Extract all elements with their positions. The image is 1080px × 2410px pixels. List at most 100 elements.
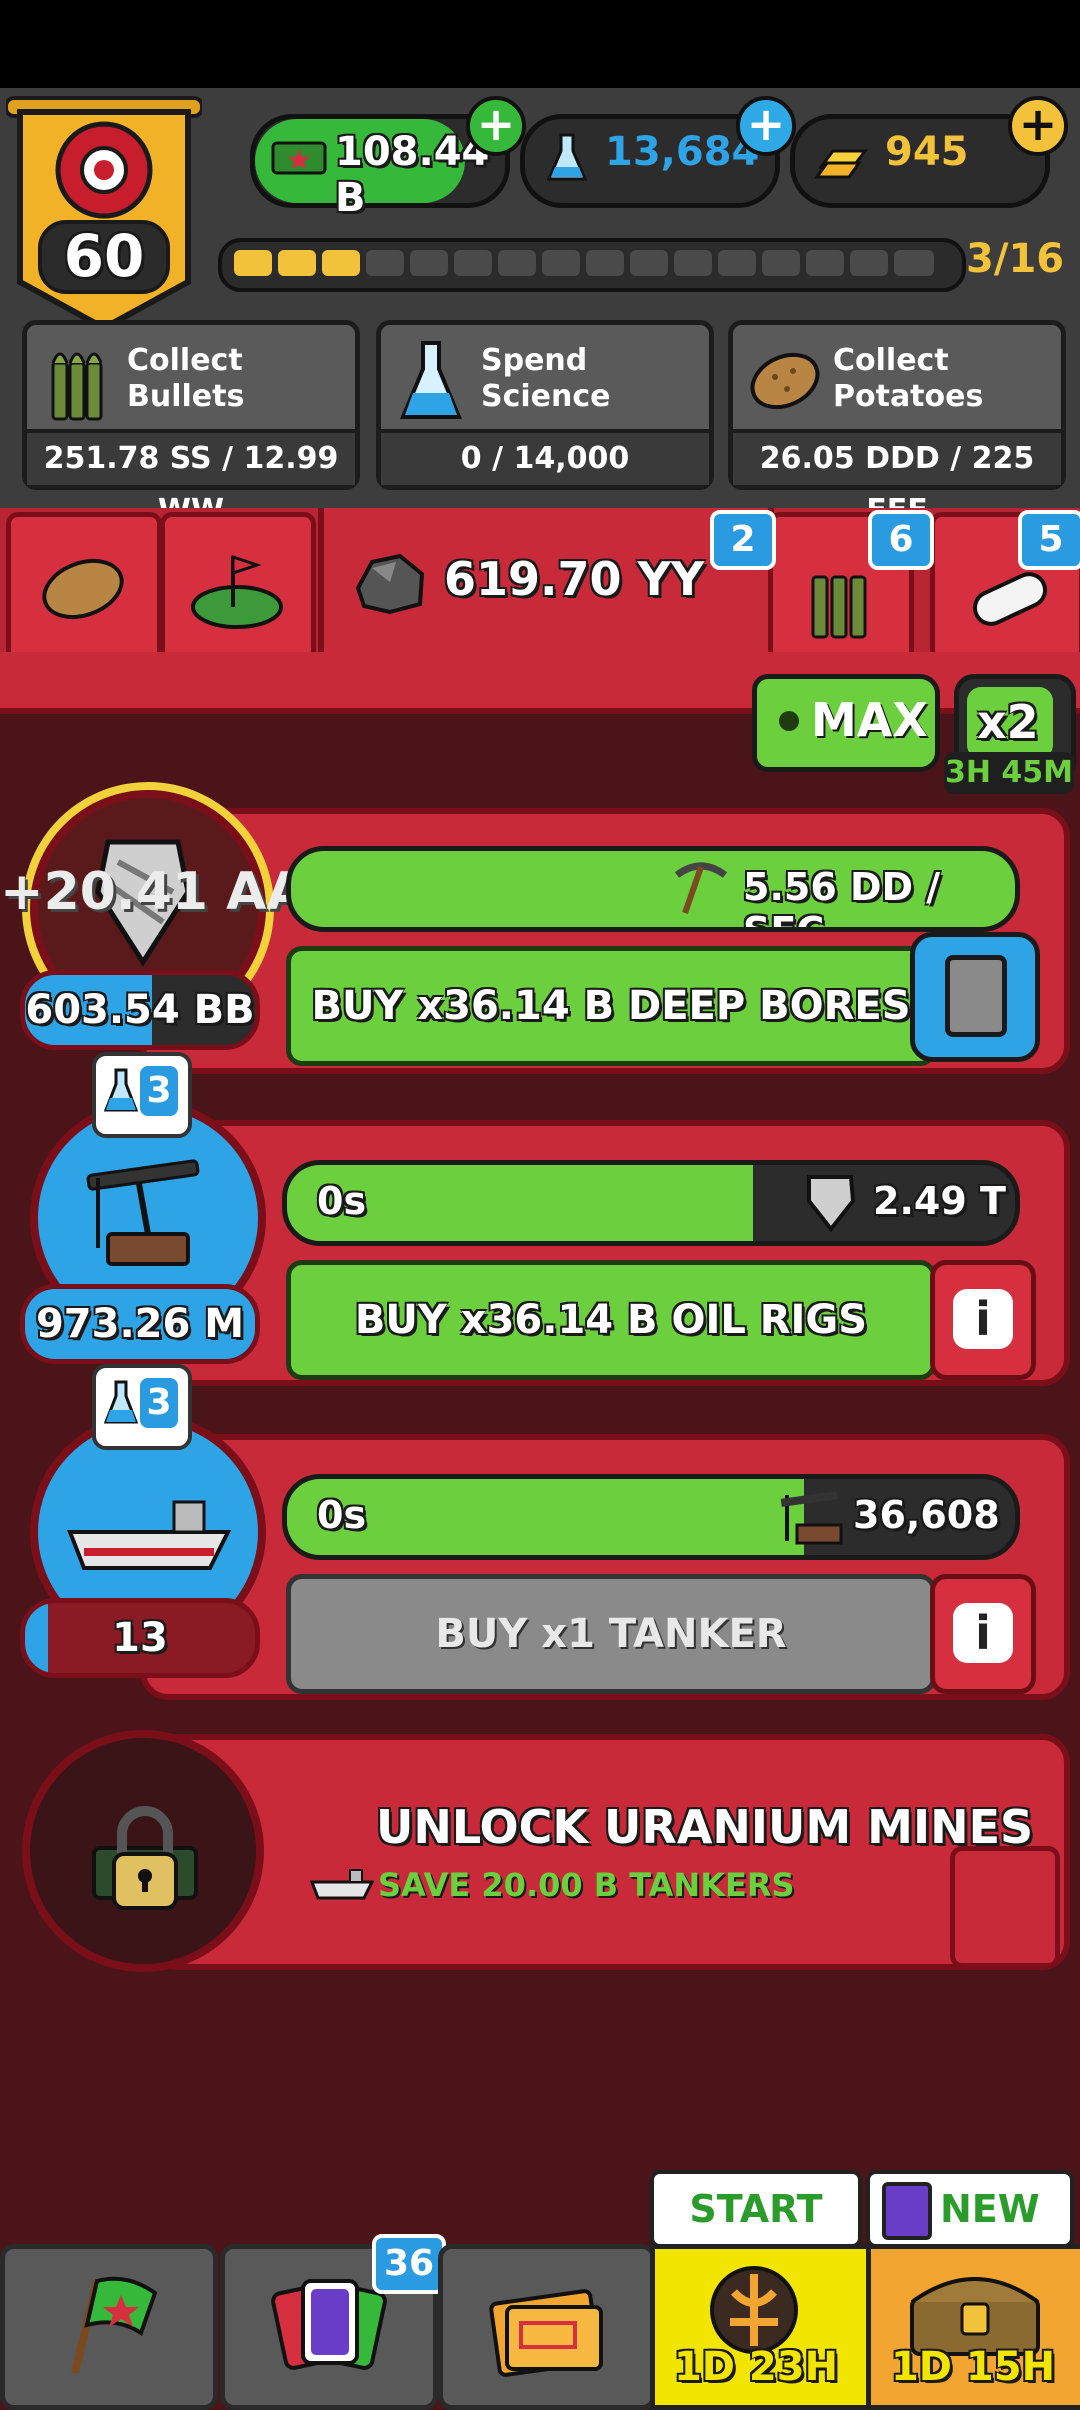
max-buy-toggle[interactable]: MAX bbox=[752, 674, 940, 772]
info-icon: i bbox=[953, 1289, 1013, 1349]
chest-new-tag: NEW bbox=[866, 2170, 1074, 2248]
x2-boost-timer: 3H 45M bbox=[944, 752, 1074, 794]
pill-icon bbox=[972, 572, 1048, 626]
science-cost: 3 bbox=[140, 1378, 178, 1428]
cards-icon bbox=[271, 2279, 387, 2370]
add-cash-button[interactable]: + bbox=[466, 96, 526, 156]
science-flask-icon bbox=[104, 1068, 138, 1112]
science-flask-icon bbox=[400, 341, 462, 419]
quest-title: Spend Science bbox=[481, 343, 611, 414]
deep-bores-count: 603.54 BB bbox=[20, 970, 260, 1050]
production-yield: 36,608 bbox=[853, 1493, 1000, 1537]
xp-segment bbox=[366, 250, 404, 276]
quest-progress: 26.05 DDD / 225 EEE bbox=[733, 429, 1061, 528]
uranium-locked-avatar bbox=[22, 1730, 264, 1972]
lock-icon bbox=[92, 1806, 198, 1910]
quest-collect-potatoes[interactable]: Collect Potatoes 26.05 DDD / 225 EEE bbox=[728, 320, 1066, 528]
xp-segment bbox=[718, 250, 756, 276]
potato-icon bbox=[750, 352, 820, 410]
tankers-production-bar: 0s 36,608 bbox=[282, 1474, 1020, 1560]
science-flask-icon bbox=[104, 1380, 138, 1424]
add-gold-button[interactable]: + bbox=[1008, 96, 1068, 156]
quest-progress: 251.78 SS / 12.99 WW bbox=[27, 429, 355, 528]
deep-bores-production-bar: 5.56 DD / SEC bbox=[286, 846, 1020, 932]
xp-segment bbox=[542, 250, 580, 276]
science-value: 13,684 bbox=[605, 129, 760, 175]
max-label: MAX bbox=[811, 693, 928, 747]
level-banner[interactable] bbox=[6, 92, 202, 332]
floating-gain-text: +20.41 AA bbox=[0, 862, 307, 922]
folder-icon bbox=[489, 2289, 603, 2377]
xp-segment bbox=[850, 250, 888, 276]
cash-icon bbox=[271, 141, 327, 175]
level-progress-label: 3/16 bbox=[966, 236, 1065, 282]
oil-rigs-count: 973.26 M bbox=[20, 1284, 260, 1364]
xp-segment bbox=[894, 250, 934, 276]
buy-oil-rigs-button[interactable]: BUY x36.14 B OIL RIGS bbox=[286, 1260, 936, 1380]
nav-dossier-button[interactable] bbox=[438, 2244, 656, 2410]
production-timer: 0s bbox=[317, 1493, 367, 1537]
cards-badge: 36 bbox=[372, 2234, 446, 2294]
potato-icon bbox=[42, 558, 124, 620]
xp-segment bbox=[410, 250, 448, 276]
tankers-science-tag: 3 bbox=[92, 1364, 192, 1450]
tanker-ship-icon bbox=[67, 1500, 232, 1570]
chest-new-label: NEW bbox=[940, 2187, 1040, 2231]
flag-icon bbox=[71, 2276, 158, 2374]
card-upgrade-button[interactable] bbox=[910, 932, 1040, 1062]
card-icon bbox=[945, 955, 1007, 1037]
toggle-dot bbox=[779, 711, 799, 731]
tab-badge: 2 bbox=[710, 510, 776, 570]
xp-segment bbox=[498, 250, 536, 276]
xp-segment bbox=[762, 250, 800, 276]
nav-missions-button[interactable] bbox=[0, 2244, 218, 2410]
xp-segment bbox=[234, 250, 272, 276]
pickaxe-icon bbox=[674, 862, 728, 914]
tab-potatoes[interactable] bbox=[6, 512, 162, 662]
add-science-button[interactable]: + bbox=[736, 96, 796, 156]
event-start-label: START bbox=[650, 2170, 862, 2248]
production-timer: 0s bbox=[317, 1179, 367, 1223]
tankers-info-button[interactable]: i bbox=[930, 1574, 1036, 1694]
quest-spend-science[interactable]: Spend Science 0 / 14,000 bbox=[376, 320, 714, 490]
x2-label: x2 bbox=[977, 695, 1039, 749]
drill-icon bbox=[807, 1175, 856, 1233]
buy-tanker-button[interactable]: BUY x1 TANKER bbox=[286, 1574, 936, 1694]
xp-segment bbox=[674, 250, 712, 276]
xp-segment bbox=[322, 250, 360, 276]
science-cost: 3 bbox=[140, 1066, 178, 1116]
tab-badge: 6 bbox=[868, 510, 934, 570]
unlock-requirement: SAVE 20.00 B TANKERS bbox=[378, 1866, 795, 1904]
current-resource-value: 619.70 YY bbox=[444, 552, 705, 606]
production-yield: 2.49 T bbox=[873, 1179, 1006, 1223]
oil-rig-icon bbox=[780, 1491, 843, 1545]
oil-rigs-info-button[interactable]: i bbox=[930, 1260, 1036, 1380]
info-icon: i bbox=[953, 1603, 1013, 1663]
oil-rig-icon bbox=[86, 1159, 200, 1266]
quest-title: Collect Bullets bbox=[127, 343, 245, 414]
player-level: 60 bbox=[63, 222, 145, 290]
buy-deep-bores-button[interactable]: BUY x36.14 B DEEP BORES bbox=[286, 946, 936, 1066]
quest-title: Collect Potatoes bbox=[833, 343, 984, 414]
oil-rigs-science-tag: 3 bbox=[92, 1052, 192, 1138]
xp-segment bbox=[278, 250, 316, 276]
quest-collect-bullets[interactable]: Collect Bullets 251.78 SS / 12.99 WW bbox=[22, 320, 360, 528]
card-icon bbox=[882, 2182, 932, 2240]
oil-rigs-production-bar: 0s 2.49 T bbox=[282, 1160, 1020, 1246]
quest-progress: 0 / 14,000 bbox=[381, 429, 709, 485]
level-progress-bar bbox=[218, 238, 966, 292]
event-start-timer: 1D 23H bbox=[673, 2344, 839, 2390]
count-value: 13 bbox=[112, 1615, 168, 1661]
unlock-title: UNLOCK URANIUM MINES bbox=[376, 1800, 1034, 1854]
count-value: 973.26 M bbox=[35, 1301, 245, 1347]
xp-segment bbox=[454, 250, 492, 276]
tankers-count: 13 bbox=[20, 1598, 260, 1678]
count-value: 603.54 BB bbox=[25, 987, 255, 1033]
science-flask-icon bbox=[547, 133, 587, 181]
gold-bars-icon bbox=[814, 149, 868, 179]
tanker-ship-icon bbox=[310, 1869, 374, 1900]
unlock-corner-plate bbox=[950, 1846, 1060, 1968]
bullets-icon bbox=[51, 352, 103, 421]
tab-land[interactable] bbox=[160, 512, 316, 662]
xp-segment bbox=[586, 250, 624, 276]
